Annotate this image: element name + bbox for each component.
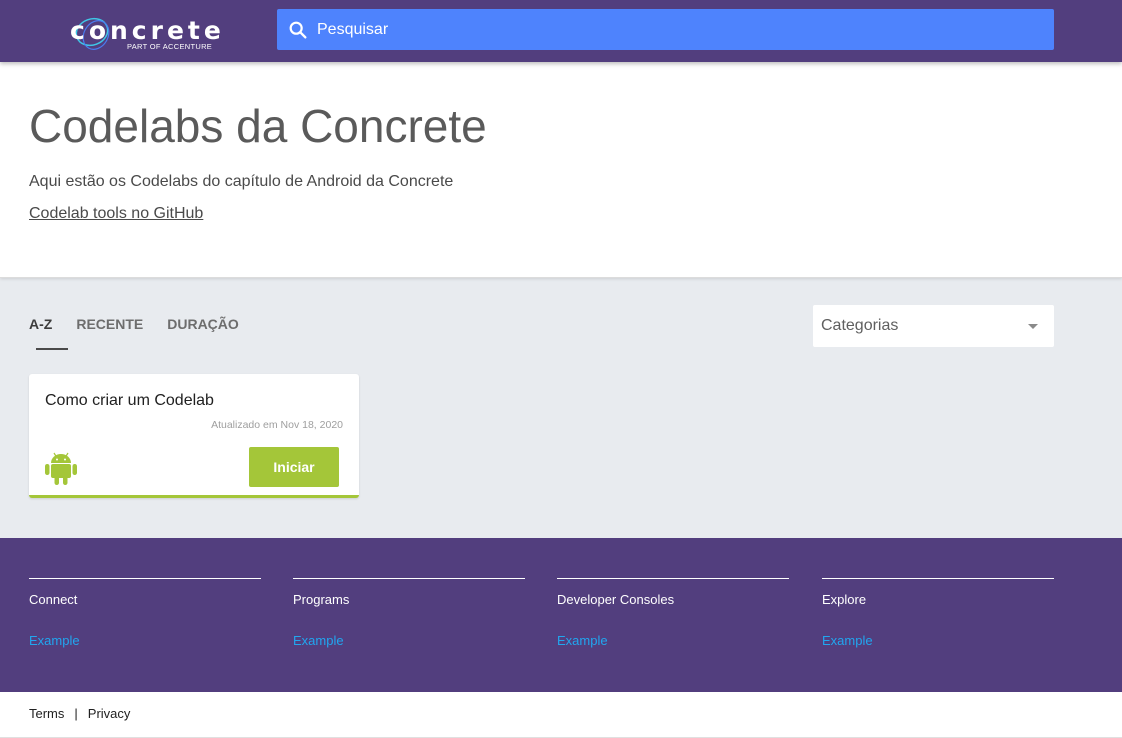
footer-column-developer-consoles: Developer Consoles Example bbox=[557, 578, 789, 650]
footer-column-title: Connect bbox=[29, 592, 78, 607]
categories-dropdown[interactable]: Categorias bbox=[813, 305, 1054, 347]
codelab-title: Como criar um Codelab bbox=[45, 392, 214, 409]
logo-subtext: PART OF ACCENTURE bbox=[127, 42, 213, 51]
codelab-updated-date: Atualizado em Nov 18, 2020 bbox=[211, 419, 343, 431]
footer-link[interactable]: Example bbox=[822, 633, 873, 648]
start-codelab-button[interactable]: Iniciar bbox=[249, 447, 339, 487]
terms-link[interactable]: Terms bbox=[29, 706, 64, 721]
legal-separator: | bbox=[74, 706, 78, 721]
github-tools-link[interactable]: Codelab tools no GitHub bbox=[29, 204, 203, 224]
privacy-link[interactable]: Privacy bbox=[88, 706, 131, 721]
footer-column-title: Explore bbox=[822, 592, 867, 607]
search-icon bbox=[289, 21, 307, 39]
chevron-down-icon bbox=[1028, 323, 1038, 329]
android-icon bbox=[45, 452, 77, 485]
footer-link[interactable]: Example bbox=[29, 633, 80, 648]
footer-column-explore: Explore Example bbox=[822, 578, 1054, 650]
footer-column-title: Programs bbox=[293, 592, 350, 607]
page-title: Codelabs da Concrete bbox=[29, 100, 487, 152]
codelab-card[interactable]: Como criar um Codelab Atualizado em Nov … bbox=[29, 374, 359, 498]
footer-column-connect: Connect Example bbox=[29, 578, 261, 650]
page-description: Aqui estão os Codelabs do capítulo de An… bbox=[29, 173, 454, 190]
categories-label: Categorias bbox=[821, 317, 899, 334]
concrete-logo[interactable]: concrete PART OF ACCENTURE bbox=[70, 12, 221, 54]
tab-duration[interactable]: DURAÇÃO bbox=[167, 312, 251, 350]
footer-column-title: Developer Consoles bbox=[557, 592, 675, 607]
intro-section: Codelabs da Concrete Aqui estão os Codel… bbox=[0, 62, 1122, 278]
active-tab-indicator bbox=[36, 348, 68, 350]
site-footer: Connect Example Programs Example Develop… bbox=[0, 538, 1122, 692]
top-app-bar: concrete PART OF ACCENTURE bbox=[0, 0, 1122, 62]
legal-links: Terms | Privacy bbox=[29, 706, 130, 721]
tab-recent[interactable]: RECENTE bbox=[76, 312, 155, 350]
footer-link[interactable]: Example bbox=[557, 633, 608, 648]
codelab-list-area: A-Z RECENTE DURAÇÃO Categorias Como cria… bbox=[0, 278, 1122, 538]
sort-tabs: A-Z RECENTE DURAÇÃO bbox=[29, 312, 263, 350]
search-bar[interactable] bbox=[277, 9, 1054, 50]
search-input[interactable] bbox=[317, 14, 917, 45]
legal-bar: Terms | Privacy bbox=[0, 692, 1122, 738]
footer-column-programs: Programs Example bbox=[293, 578, 525, 650]
tab-a-z[interactable]: A-Z bbox=[29, 312, 64, 350]
footer-link[interactable]: Example bbox=[293, 633, 344, 648]
